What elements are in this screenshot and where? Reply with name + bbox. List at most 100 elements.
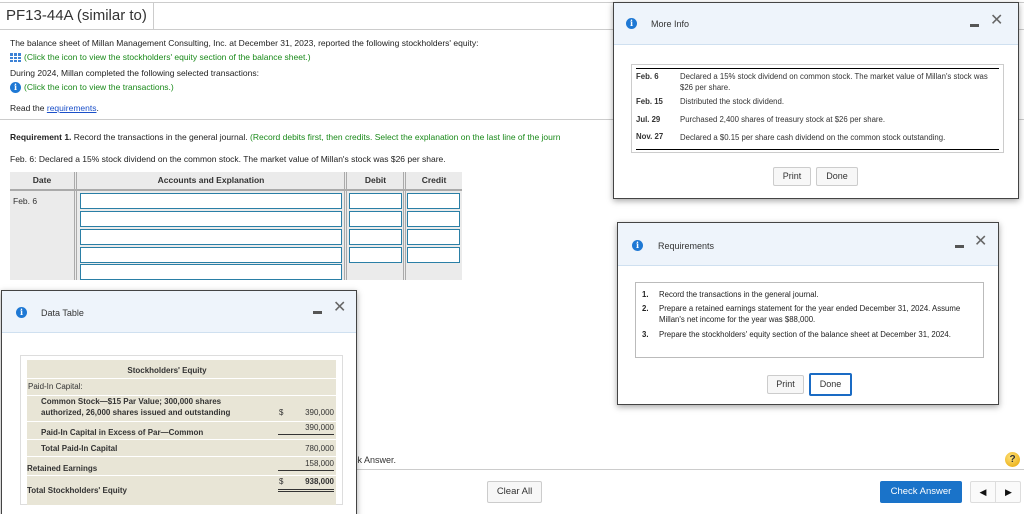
transaction-date: Feb. 6 [636, 72, 659, 81]
modal-title: Requirements [658, 241, 715, 251]
total-equity-label: Total Stockholders' Equity [27, 486, 127, 495]
common-stock-line-2: authorized, 26,000 shares issued and out… [41, 408, 231, 417]
row-divider [27, 475, 336, 476]
page: PF13-44A (similar to) The balance sheet … [0, 0, 1024, 514]
requirements-link[interactable]: requirements [47, 103, 97, 113]
transaction-prompt: Feb. 6: Declared a 15% stock dividend on… [10, 154, 446, 164]
info-icon: i [632, 240, 643, 251]
total-paid-in-value: 780,000 [305, 444, 334, 453]
footer-divider [340, 469, 1024, 470]
header-rule [10, 189, 462, 191]
requirement-text: Record the transactions in the general j… [71, 132, 251, 142]
debit-input-1[interactable] [349, 193, 402, 209]
total-equity-value: 938,000 [305, 477, 334, 486]
table-rule [636, 68, 999, 69]
table-grid-icon[interactable] [10, 53, 21, 63]
account-input-3[interactable] [80, 229, 342, 245]
column-separator [74, 172, 77, 280]
table-rule [636, 149, 999, 150]
row-divider [27, 421, 336, 422]
debit-input-3[interactable] [349, 229, 402, 245]
currency-symbol: $ [279, 408, 284, 417]
during-text: During 2024, Millan completed the follow… [10, 68, 259, 78]
done-button[interactable]: Done [816, 167, 858, 186]
data-table-modal: i Data Table ✕ Stockholders' Equity Paid… [1, 290, 357, 514]
debit-input-4[interactable] [349, 247, 402, 263]
info-icon: i [16, 307, 27, 318]
transactions-table: Feb. 6 Declared a 15% stock dividend on … [631, 64, 1004, 153]
explanation-input[interactable] [80, 264, 342, 280]
previous-arrow-icon[interactable]: ◀ [971, 482, 996, 502]
info-icon: i [626, 18, 637, 29]
transaction-text: Declared a 15% stock dividend on common … [680, 72, 988, 92]
transaction-date: Nov. 27 [636, 132, 664, 141]
close-icon[interactable]: ✕ [333, 299, 346, 315]
equity-table-body: Stockholders' Equity Paid-In Capital: Co… [27, 360, 336, 505]
requirement-number: 1. [642, 290, 649, 299]
transactions-link-text[interactable]: (Click the icon to view the transactions… [24, 82, 174, 92]
minimize-icon[interactable] [313, 311, 322, 314]
requirement-label: Requirement 1. [10, 132, 72, 142]
requirements-list: 1. Record the transactions in the genera… [635, 282, 984, 358]
transactions-link[interactable]: i (Click the icon to view the transaction… [10, 82, 174, 94]
common-stock-line-1: Common Stock—$15 Par Value; 300,000 shar… [41, 397, 222, 406]
subtotal-rule [278, 470, 334, 471]
check-answer-button[interactable]: Check Answer [880, 481, 962, 503]
journal-table: Date Accounts and Explanation Debit Cred… [10, 172, 462, 280]
credit-input-1[interactable] [407, 193, 460, 209]
minimize-icon[interactable] [970, 24, 979, 27]
partial-instruction: ck Answer. [353, 455, 397, 465]
journal-date: Feb. 6 [13, 196, 38, 206]
info-icon[interactable]: i [10, 82, 21, 94]
equity-link-text[interactable]: (Click the icon to view the stockholders… [24, 52, 311, 62]
row-divider [27, 456, 336, 457]
modal-header: i Requirements ✕ [618, 223, 998, 266]
help-icon[interactable]: ? [1005, 452, 1020, 467]
retained-earnings-value: 158,000 [305, 459, 334, 468]
transaction-text: Distributed the stock dividend. [680, 97, 785, 106]
requirement-number: 3. [642, 330, 649, 339]
debit-input-2[interactable] [349, 211, 402, 227]
modal-title: Data Table [41, 308, 84, 318]
requirement-instruction: Requirement 1. Record the transactions i… [10, 132, 560, 142]
question-nav: ◀ ▶ [970, 481, 1021, 503]
total-double-rule [278, 489, 334, 492]
total-paid-in-label: Total Paid-In Capital [41, 444, 118, 453]
transaction-text: Purchased 2,400 shares of treasury stock… [680, 115, 885, 124]
print-button[interactable]: Print [767, 375, 804, 394]
clear-all-button[interactable]: Clear All [487, 481, 542, 503]
excess-value: 390,000 [305, 423, 334, 432]
column-separator [344, 172, 347, 280]
intro-text: The balance sheet of Millan Management C… [10, 38, 479, 48]
requirement-item: Record the transactions in the general j… [659, 290, 819, 299]
requirement-number: 2. [642, 304, 649, 313]
print-button[interactable]: Print [773, 167, 811, 186]
credit-input-2[interactable] [407, 211, 460, 227]
minimize-icon[interactable] [955, 245, 964, 248]
equity-link[interactable]: (Click the icon to view the stockholders… [10, 52, 311, 63]
header-accounts: Accounts and Explanation [157, 175, 265, 185]
row-divider [27, 439, 336, 440]
close-icon[interactable]: ✕ [990, 12, 1003, 28]
requirement-item: Prepare the stockholders' equity section… [659, 330, 951, 339]
account-input-4[interactable] [80, 247, 342, 263]
account-input-1[interactable] [80, 193, 342, 209]
column-separator [403, 172, 406, 280]
read-prefix: Read the [10, 103, 47, 113]
done-button[interactable]: Done [809, 373, 852, 396]
common-stock-value: 390,000 [305, 408, 334, 417]
paid-in-label: Paid-In Capital: [28, 382, 83, 391]
account-input-2[interactable] [80, 211, 342, 227]
equity-heading: Stockholders' Equity [127, 366, 207, 375]
row-divider [27, 395, 336, 396]
credit-input-4[interactable] [407, 247, 460, 263]
close-icon[interactable]: ✕ [974, 233, 987, 249]
requirement-hint: (Record debits first, then credits. Sele… [250, 132, 561, 142]
credit-input-3[interactable] [407, 229, 460, 245]
modal-header: i More Info ✕ [614, 3, 1018, 45]
next-arrow-icon[interactable]: ▶ [996, 482, 1021, 502]
more-info-modal: i More Info ✕ Feb. 6 Declared a 15% stoc… [613, 2, 1019, 199]
transaction-text: Declared a $0.15 per share cash dividend… [680, 133, 946, 142]
currency-symbol: $ [279, 477, 284, 486]
transaction-date: Feb. 15 [636, 97, 663, 106]
